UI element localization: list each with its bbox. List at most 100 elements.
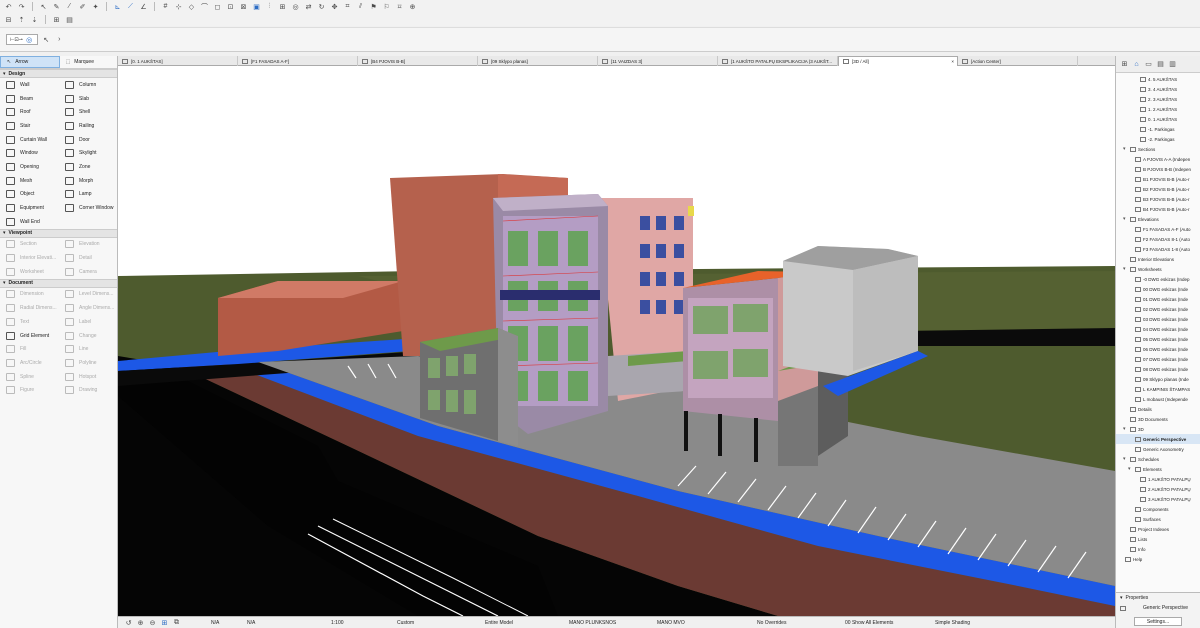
tree-item[interactable]: ▾ Worksheets <box>1116 264 1200 274</box>
group-icon[interactable]: ⊡ <box>226 2 235 11</box>
tool-stair[interactable]: Stair <box>0 119 59 133</box>
tree-item[interactable]: F1 FASADAS A-F (Auto <box>1116 224 1200 234</box>
flag-2-icon[interactable]: ⚐ <box>382 2 391 11</box>
tool-elevation[interactable]: Elevation <box>59 238 118 252</box>
orbit-icon[interactable]: ↺ <box>124 618 133 627</box>
down-icon[interactable]: ⇣ <box>30 15 39 24</box>
tree-item[interactable]: Project Indexes <box>1116 524 1200 534</box>
tree-item[interactable]: 1 AUKŠTO PATALPŲ <box>1116 474 1200 484</box>
tree-item[interactable]: L KAMPINIS ŠTAMPAS <box>1116 384 1200 394</box>
tool-opening[interactable]: Opening <box>0 160 59 174</box>
view-tab[interactable]: [09 Sklypo planas] <box>478 56 598 66</box>
tool-grid-element[interactable]: Grid Element <box>0 329 59 343</box>
pet-palette[interactable]: ⊢⊡⊸ ◎ <box>6 34 38 45</box>
tool-skylight[interactable]: Skylight <box>59 146 118 160</box>
tool-railing[interactable]: Railing <box>59 119 118 133</box>
graphic-override-selector[interactable]: No Overrides <box>751 620 839 626</box>
shading-selector[interactable]: Simple Shading <box>929 620 999 626</box>
suspend-groups-icon[interactable]: ⊠ <box>239 2 248 11</box>
tree-item[interactable]: -0 DWG eskizas (Indep <box>1116 274 1200 284</box>
tool-line[interactable]: Line <box>59 342 118 356</box>
tool-spline[interactable]: Spline <box>0 370 59 384</box>
tool-slab[interactable]: Slab <box>59 92 118 106</box>
arrow-tool[interactable]: ↖ Arrow <box>0 56 60 68</box>
up-icon[interactable]: ⇡ <box>17 15 26 24</box>
pointer-icon[interactable]: ↖ <box>39 2 48 11</box>
tool-figure[interactable]: Figure <box>0 383 59 397</box>
arrow-tool-small-icon[interactable]: ↖ <box>42 35 51 44</box>
tree-item[interactable]: 06 DWG eskizas (Inde <box>1116 344 1200 354</box>
tree-item[interactable]: Generic Perspective <box>1116 434 1200 444</box>
tree-item[interactable]: A PJOVIS A-A (Indepen <box>1116 154 1200 164</box>
tool-radial-dimens[interactable]: Radial Dimens... <box>0 301 59 315</box>
tree-item[interactable]: -2. Parkingas <box>1116 134 1200 144</box>
tree-item[interactable]: B4 PJOVIS B-B (Auto-r <box>1116 204 1200 214</box>
tool-fill[interactable]: Fill <box>0 342 59 356</box>
tree-item[interactable]: 3 AUKŠTO PATALPŲ <box>1116 494 1200 504</box>
tree-item[interactable]: Help <box>1116 554 1200 564</box>
tree-item[interactable]: Lists <box>1116 534 1200 544</box>
mvo-selector[interactable]: MANO MVO <box>651 620 751 626</box>
tool-object[interactable]: Object <box>0 188 59 202</box>
guide-line-icon[interactable]: ⟋ <box>126 2 135 11</box>
pencil-icon[interactable]: ✎ <box>52 2 61 11</box>
offset-icon[interactable]: ⌗ <box>343 2 352 11</box>
tool-hotspot[interactable]: Hotspot <box>59 370 118 384</box>
mirror-icon[interactable]: ⇄ <box>304 2 313 11</box>
tree-item[interactable]: ▾ Elevations <box>1116 214 1200 224</box>
tree-item[interactable]: 3D Documents <box>1116 414 1200 424</box>
tool-arc-circle[interactable]: Arc/Circle <box>0 356 59 370</box>
tool-lamp[interactable]: Lamp <box>59 188 118 202</box>
ruler-icon[interactable]: ⊹ <box>174 2 183 11</box>
tool-wall-end[interactable]: Wall End <box>0 215 59 229</box>
tree-item[interactable]: F3 FASADAS 1-8 (Auto <box>1116 244 1200 254</box>
tree-item[interactable]: Surfaces <box>1116 514 1200 524</box>
syringe-icon[interactable]: ✐ <box>78 2 87 11</box>
tool-beam[interactable]: Beam <box>0 92 59 106</box>
tool-roof[interactable]: Roof <box>0 105 59 119</box>
tree-item[interactable]: 4. 5 AUKŠTAS <box>1116 74 1200 84</box>
tool-level-dimens[interactable]: Level Dimens... <box>59 288 118 302</box>
status-zoom-na[interactable]: N/A <box>241 620 301 626</box>
tool-interior-elevati[interactable]: Interior Elevati... <box>0 251 59 265</box>
tree-item[interactable]: 2. 3 AUKŠTAS <box>1116 94 1200 104</box>
tool-dimension[interactable]: Dimension <box>0 288 59 302</box>
chevron-down-icon[interactable]: ▾ <box>1128 466 1133 472</box>
snap-icon[interactable]: ⊾ <box>113 2 122 11</box>
orbit-icon[interactable]: ◎ <box>291 2 300 11</box>
tree-item[interactable]: 03 DWG eskizas (Inde <box>1116 314 1200 324</box>
tool-wall[interactable]: Wall <box>0 78 59 92</box>
tree-item[interactable]: 3. 4 AUKŠTAS <box>1116 84 1200 94</box>
chevron-down-icon[interactable]: ▾ <box>1123 426 1128 432</box>
tool-worksheet[interactable]: Worksheet <box>0 265 59 279</box>
project-map-tree[interactable]: 4. 5 AUKŠTAS 3. 4 AUKŠTAS 2. 3 AUKŠTAS 1. 2… <box>1116 74 1200 582</box>
model-view-selector[interactable]: Entire Model <box>479 620 563 626</box>
tree-item[interactable]: B2 PJOVIS B-B (Auto-r <box>1116 184 1200 194</box>
tree-item[interactable]: 08 DWG eskizas (Inde <box>1116 364 1200 374</box>
tree-item[interactable]: -1. Parkingas <box>1116 124 1200 134</box>
tree-item[interactable]: 05 DWG eskizas (Inde <box>1116 334 1200 344</box>
tree-item[interactable]: ▾ Schedules <box>1116 454 1200 464</box>
tree-item[interactable]: ▾ Sections <box>1116 144 1200 154</box>
publisher-icon[interactable]: ▥ <box>1168 60 1177 69</box>
eraser-icon[interactable]: ◇ <box>187 2 196 11</box>
eyedropper-icon[interactable]: ⁄ <box>65 2 74 11</box>
flag-icon[interactable]: ⚑ <box>369 2 378 11</box>
layout-icon[interactable]: ⊞ <box>52 15 61 24</box>
tool-zone[interactable]: Zone <box>59 160 118 174</box>
undo-icon[interactable]: ↶ <box>4 2 13 11</box>
tree-item[interactable]: 1. 2 AUKŠTAS <box>1116 104 1200 114</box>
status-undo-na[interactable]: N/A <box>181 620 241 626</box>
tool-corner-window[interactable]: Corner Window <box>59 201 118 215</box>
floor-icon[interactable]: ⊟ <box>4 15 13 24</box>
chevron-down-icon[interactable]: ▾ <box>1123 216 1128 222</box>
tree-item[interactable]: 2 AUKŠTO PATALPŲ <box>1116 484 1200 494</box>
pan-icon[interactable]: ⊞ <box>160 618 169 627</box>
tool-angle-dimens[interactable]: Angle Dimens... <box>59 301 118 315</box>
tool-morph[interactable]: Morph <box>59 174 118 188</box>
chevron-down-icon[interactable]: ▾ <box>1123 456 1128 462</box>
tree-item[interactable]: 01 DWG eskizas (Inde <box>1116 294 1200 304</box>
tree-item[interactable]: 07 DWG eskizas (Inde <box>1116 354 1200 364</box>
tree-item[interactable]: ▾ Elements <box>1116 464 1200 474</box>
tool-polyline[interactable]: Polyline <box>59 356 118 370</box>
